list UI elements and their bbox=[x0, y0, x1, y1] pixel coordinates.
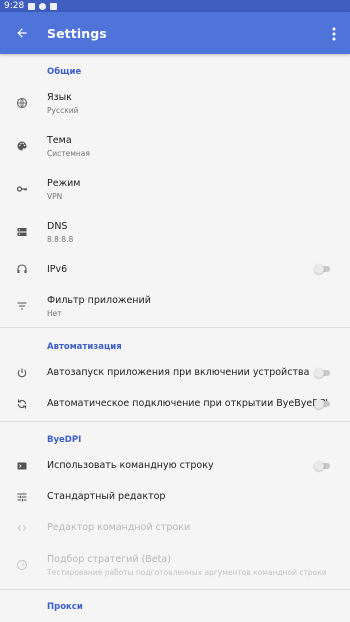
section-divider bbox=[0, 589, 350, 590]
back-arrow-icon[interactable] bbox=[15, 26, 29, 40]
setting-ipv6[interactable]: IPv6 bbox=[0, 251, 350, 287]
setting-ipv6-title: IPv6 bbox=[47, 264, 68, 275]
more-vert-icon[interactable] bbox=[332, 27, 336, 41]
setting-app-filter-summary: Нет bbox=[47, 309, 62, 318]
globe-icon bbox=[16, 97, 28, 109]
setting-dns-title: DNS bbox=[47, 221, 68, 232]
image-notification-icon bbox=[28, 2, 36, 10]
autostart-toggle[interactable] bbox=[314, 368, 330, 378]
section-header-byedpi: ByeDPI bbox=[47, 435, 82, 445]
key-icon bbox=[16, 183, 28, 195]
toggle-thumb bbox=[314, 368, 324, 378]
code-icon bbox=[16, 522, 28, 534]
setting-strategy-picker[interactable]: Подбор стратегий (Beta) Тестирование раб… bbox=[0, 547, 350, 583]
headset-icon bbox=[16, 263, 28, 275]
setting-mode[interactable]: Режим VPN bbox=[0, 171, 350, 207]
use-cmd-toggle[interactable] bbox=[314, 461, 330, 471]
palette-icon bbox=[16, 140, 28, 152]
setting-language-title: Язык bbox=[47, 92, 72, 103]
setting-cmd-editor[interactable]: Редактор командной строки bbox=[0, 510, 350, 546]
dns-server-icon bbox=[16, 226, 28, 238]
status-bar: 9:28 bbox=[0, 0, 350, 12]
status-time: 9:28 bbox=[4, 1, 25, 11]
section-header-automation: Автоматизация bbox=[47, 342, 122, 352]
setting-theme-title: Тема bbox=[47, 135, 72, 146]
setting-mode-summary: VPN bbox=[47, 192, 63, 201]
google-notification-icon bbox=[39, 2, 47, 10]
setting-app-filter-title: Фильтр приложений bbox=[47, 295, 151, 306]
section-divider bbox=[0, 327, 350, 328]
toggle-thumb bbox=[314, 461, 324, 471]
tune-icon bbox=[16, 491, 28, 503]
autoconnect-toggle[interactable] bbox=[314, 399, 330, 409]
toggle-thumb bbox=[314, 399, 324, 409]
setting-strategy-picker-title: Подбор стратегий (Beta) bbox=[47, 554, 171, 565]
setting-autoconnect[interactable]: Автоматическое подключение при открытии … bbox=[0, 386, 350, 422]
filter-icon bbox=[16, 300, 28, 312]
setting-use-cmd-title: Использовать командную строку bbox=[47, 460, 214, 471]
terminal-icon bbox=[16, 460, 28, 472]
setting-dns[interactable]: DNS 8.8.8.8 bbox=[0, 214, 350, 250]
section-divider bbox=[0, 421, 350, 422]
setting-theme[interactable]: Тема Системная bbox=[0, 128, 350, 164]
section-header-general: Общие bbox=[47, 67, 82, 77]
section-header-proxy: Прокси bbox=[47, 602, 83, 612]
setting-mode-title: Режим bbox=[47, 178, 81, 189]
setting-theme-summary: Системная bbox=[47, 149, 90, 158]
setting-standard-editor-title: Стандартный редактор bbox=[47, 491, 166, 502]
power-icon bbox=[16, 367, 28, 379]
setting-strategy-picker-summary: Тестирование работы подготовленных аргум… bbox=[47, 568, 327, 577]
page-title: Settings bbox=[47, 25, 107, 41]
setting-dns-summary: 8.8.8.8 bbox=[47, 235, 74, 244]
setting-cmd-editor-title: Редактор командной строки bbox=[47, 522, 191, 533]
setting-language-summary: Русский bbox=[47, 106, 79, 115]
setting-autoconnect-title: Автоматическое подключение при открытии … bbox=[47, 398, 329, 409]
ipv6-toggle[interactable] bbox=[314, 264, 330, 274]
setting-app-filter[interactable]: Фильтр приложений Нет bbox=[0, 288, 350, 324]
sync-icon bbox=[16, 398, 28, 410]
toggle-thumb bbox=[314, 264, 324, 274]
app-bar: Settings bbox=[0, 12, 350, 54]
setting-autostart-title: Автозапуск приложения при включении устр… bbox=[47, 367, 310, 378]
setting-language[interactable]: Язык Русский bbox=[0, 85, 350, 121]
app-notification-icon bbox=[50, 2, 58, 10]
speedometer-icon bbox=[16, 559, 28, 571]
